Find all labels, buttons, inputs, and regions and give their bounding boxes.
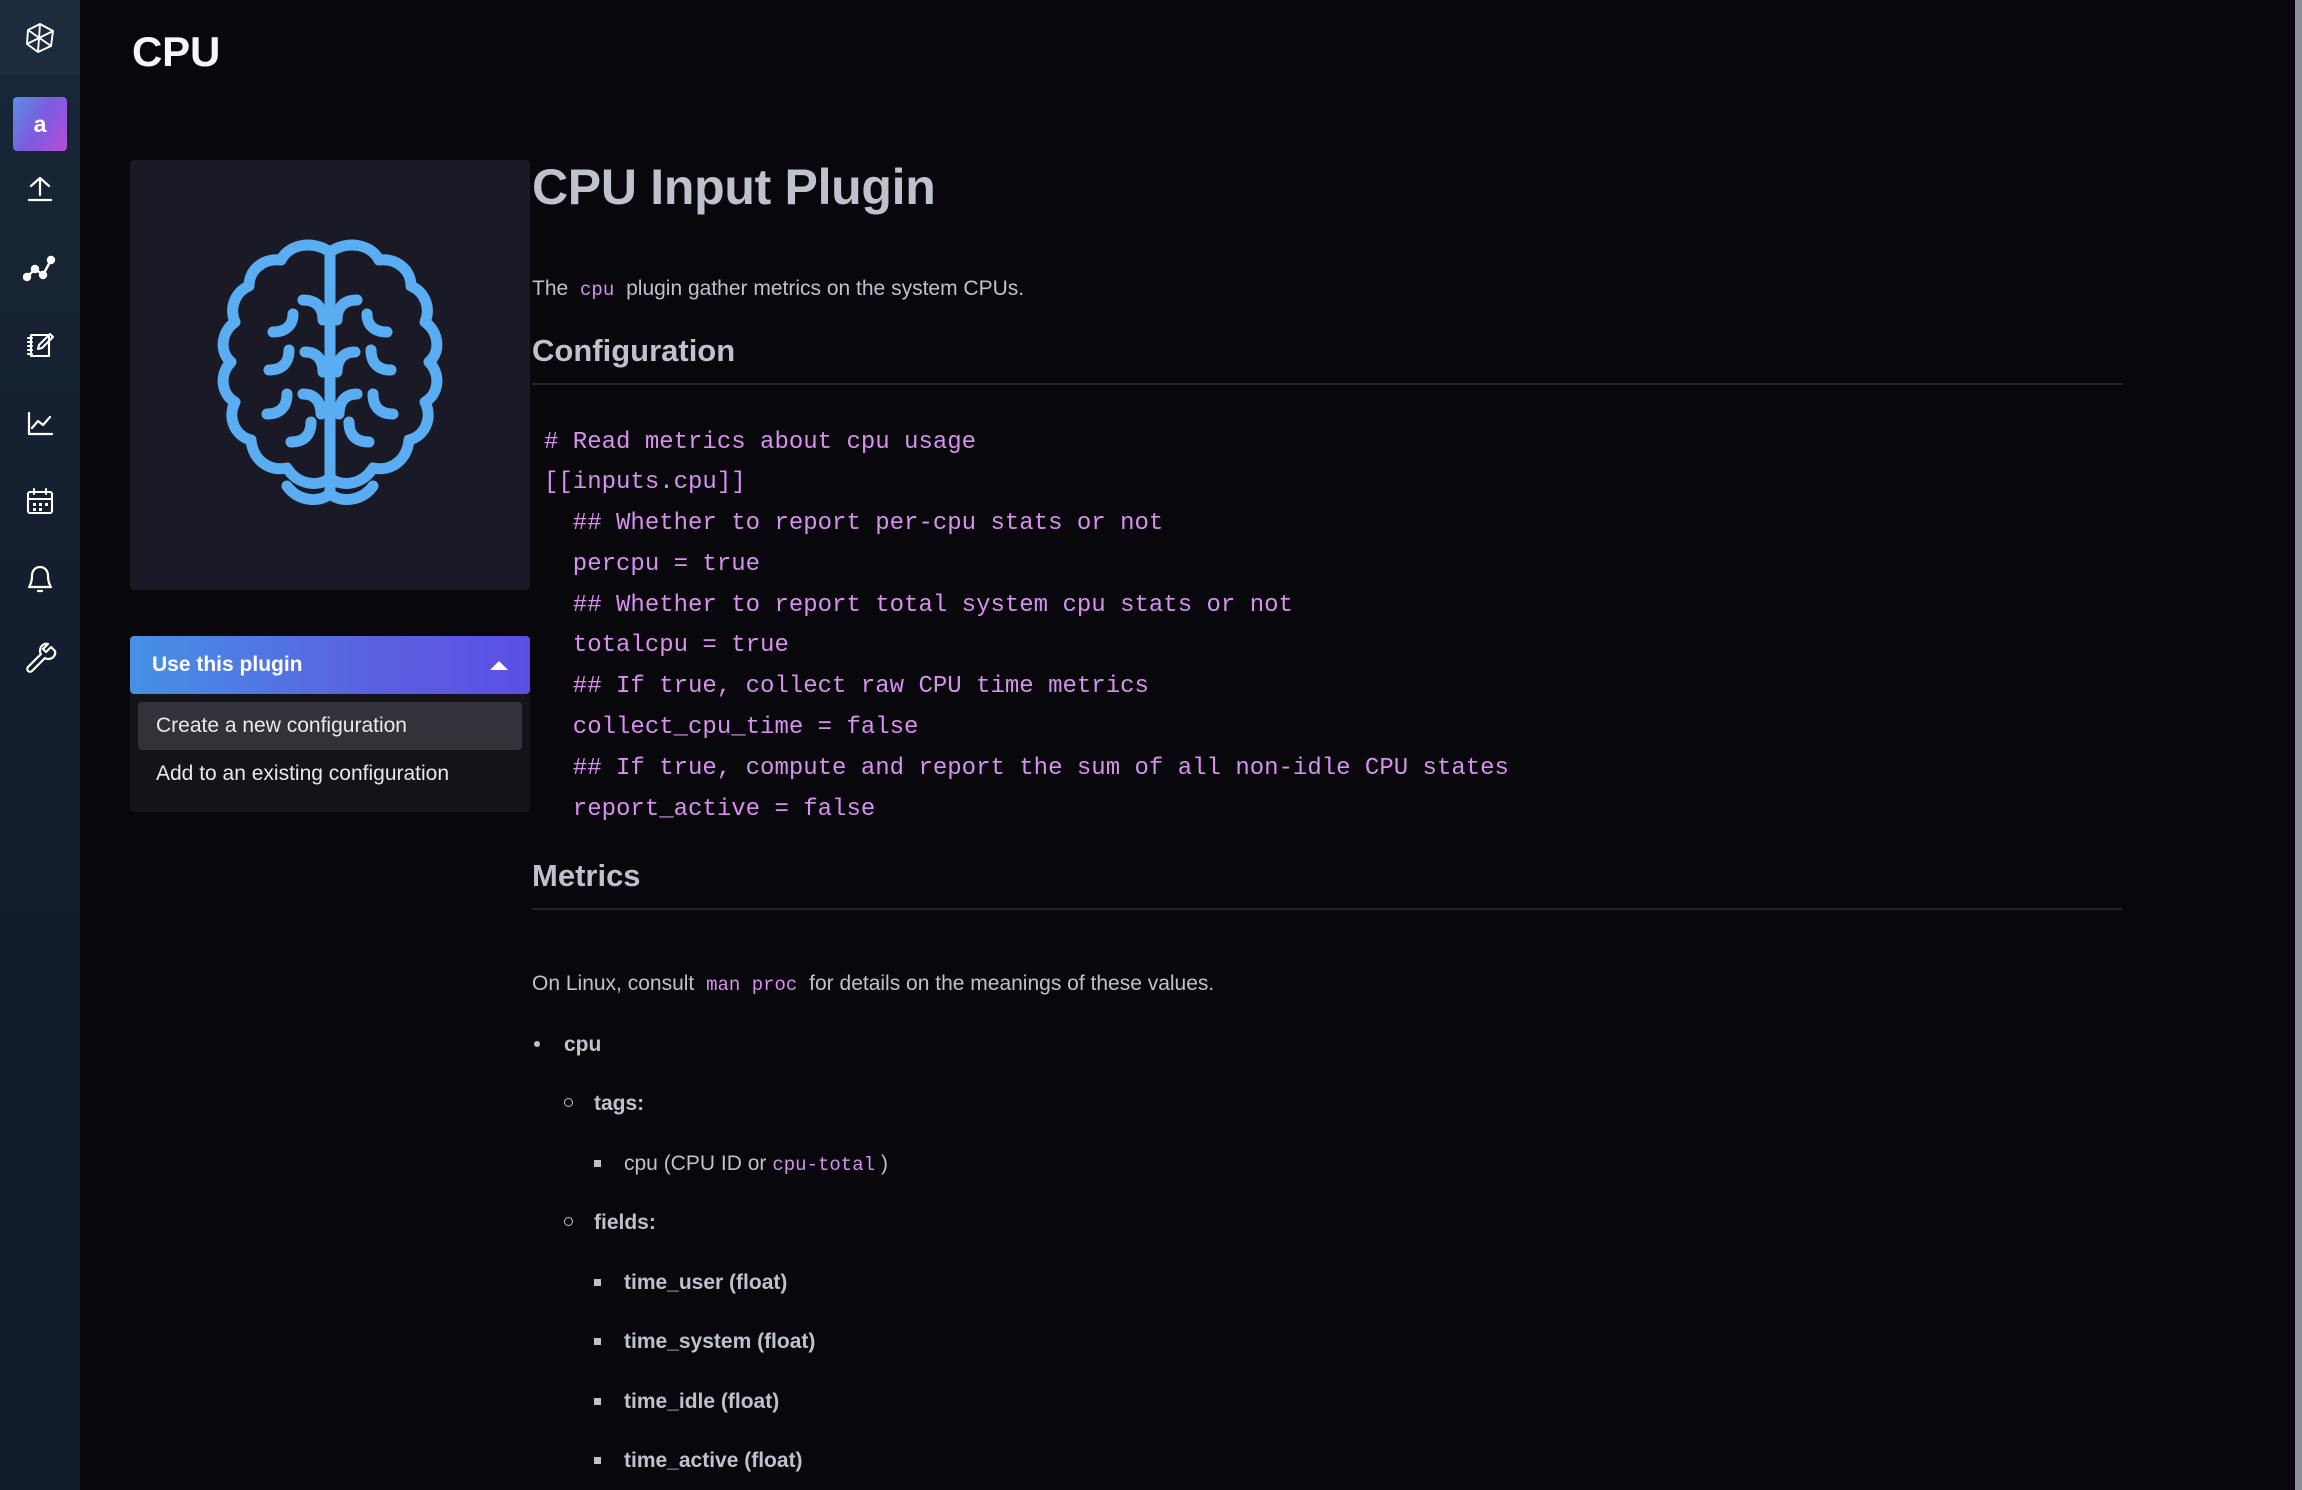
left-nav-bar: a [0,0,80,1490]
metric-fields-label: fields: [594,1211,656,1235]
influx-cube-logo-icon[interactable] [0,0,80,75]
dropdown-item-create-new-configuration[interactable]: Create a new configuration [138,702,522,750]
use-this-plugin-button[interactable]: Use this plugin [130,636,530,694]
bullet-icon [594,1278,601,1286]
dropdown-item-add-to-existing-configuration[interactable]: Add to an existing configuration [138,750,522,798]
configuration-code-block[interactable]: # Read metrics about cpu usage [[inputs.… [532,422,2248,831]
metric-field-entry: time_idle (float) [624,1389,780,1413]
bullet-icon [594,1338,601,1346]
configuration-code-text: # Read metrics about cpu usage [[inputs.… [544,428,1509,823]
doc-heading-metrics: Metrics [532,858,2122,911]
dropdown-menu: Create a new configuration Add to an exi… [130,694,530,812]
doc-heading-configuration: Configuration [532,333,2122,385]
sidebar-item-tasks[interactable] [0,463,80,541]
metric-tags-label: tags: [594,1092,645,1116]
metric-tag-code: cpu-total [772,1153,875,1176]
metric-sublist: tags: cpu (CPU ID or cpu-total) fields: … [564,1089,2248,1490]
sidebar-item-alerts[interactable] [0,541,80,619]
metric-field-entry: time_system (float) [624,1330,816,1354]
sidebar-item-load-data[interactable] [0,151,80,229]
app-root: a CPU Use this plugin Create a new confi… [0,0,2302,1490]
page-title: CPU [132,28,221,75]
list-item: cpu (CPU ID or cpu-total) [594,1149,2248,1179]
metrics-list: cpu tags: cpu (CPU ID or cpu-total) fiel… [532,1030,2248,1490]
doc-metrics-note-before: On Linux, consult [532,972,695,996]
page-container: CPU Use this plugin Create a new configu… [80,0,2302,1490]
metric-fields-list: time_user (float) time_system (float) ti… [594,1268,2248,1490]
metric-tag-after: ) [881,1151,888,1175]
metric-field-entry: time_user (float) [624,1270,788,1294]
sidebar-item-dashboards[interactable] [0,385,80,463]
use-this-plugin-label: Use this plugin [152,653,303,676]
list-item: time_user (float) [594,1268,2248,1297]
sidebar-item-notebooks[interactable] [0,307,80,385]
doc-title: CPU Input Plugin [532,160,936,215]
doc-intro-before: The [532,277,569,300]
upload-arrow-icon [23,173,57,207]
scrollbar-thumb[interactable] [2295,0,2302,1490]
plugin-thumbnail [130,160,530,590]
chart-axes-icon [23,409,57,439]
line-graph-nodes-icon [23,253,57,283]
list-item: time_active (float) [594,1446,2248,1475]
use-plugin-dropdown: Use this plugin Create a new configurati… [130,636,530,812]
doc-metrics-note-code: man proc [706,974,798,997]
list-item: cpu tags: cpu (CPU ID or cpu-total) fiel… [532,1030,2248,1490]
page-body: Use this plugin Create a new configurati… [80,160,2302,1490]
bullet-icon [594,1159,601,1167]
doc-intro-code: cpu [580,279,615,301]
doc-intro-paragraph: The cpu plugin gather metrics on the sys… [532,273,2248,305]
metric-field-entry: time_active (float) [624,1448,803,1472]
metric-tag-before: cpu (CPU ID or [624,1151,767,1175]
org-avatar[interactable]: a [13,97,67,151]
bullet-icon [594,1397,601,1405]
list-item: time_idle (float) [594,1387,2248,1416]
bullet-icon [564,1098,573,1108]
metric-tags-list: cpu (CPU ID or cpu-total) [594,1149,2248,1179]
list-item: fields: time_user (float) time_system (f… [564,1208,2248,1490]
list-item: tags: cpu (CPU ID or cpu-total) [564,1089,2248,1178]
doc-metrics-note: On Linux, consult man proc for details o… [532,968,2248,1000]
metric-measurement-name: cpu [564,1032,602,1056]
notebook-pencil-icon [23,329,57,363]
calendar-icon [23,486,57,518]
caret-up-icon [490,660,508,670]
sidebar-item-settings[interactable] [0,619,80,697]
org-initial: a [33,110,47,137]
doc-metrics-note-after: for details on the meanings of these val… [809,972,1215,996]
doc-intro-after: plugin gather metrics on the system CPUs… [626,277,1025,300]
metric-tag-entry: cpu (CPU ID or cpu-total) [624,1151,888,1176]
bullet-icon [564,1217,573,1227]
brain-icon [205,228,455,523]
bullet-icon [594,1456,601,1464]
plugin-sidebar: Use this plugin Create a new configurati… [80,160,532,1490]
page-scrollbar[interactable] [2295,0,2302,1490]
sidebar-item-data-explorer[interactable] [0,229,80,307]
plugin-documentation: CPU Input Plugin The cpu plugin gather m… [532,160,2302,1490]
wrench-icon [23,641,57,675]
bullet-icon [534,1040,540,1047]
list-item: time_system (float) [594,1327,2248,1356]
bell-icon [24,563,56,597]
